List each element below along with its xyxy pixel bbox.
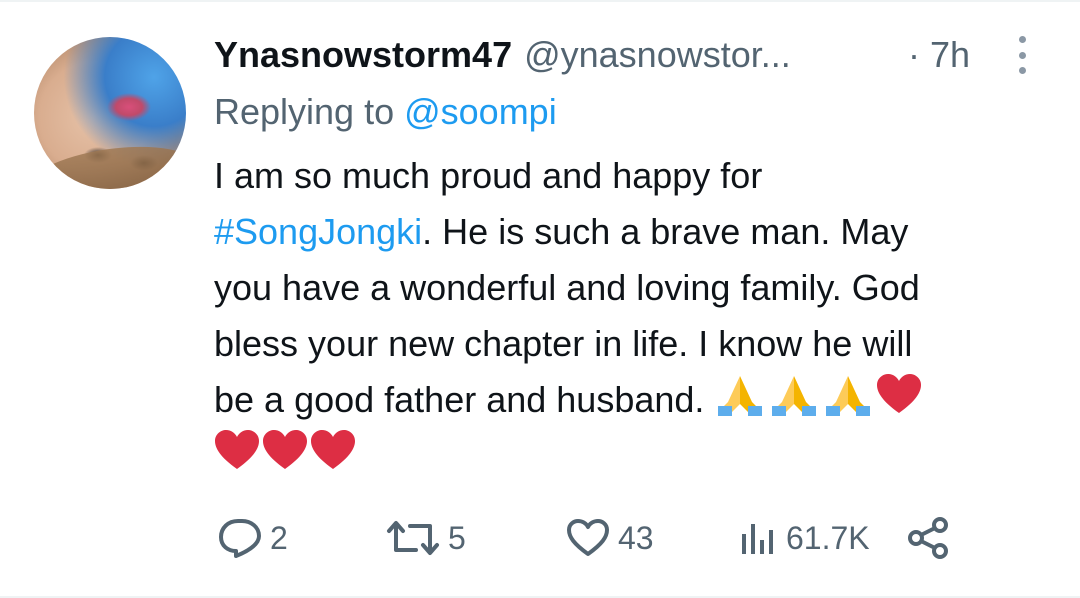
display-name[interactable]: Ynasnowstorm47 <box>214 34 512 76</box>
top-divider <box>0 0 1080 2</box>
tweet-text: I am so much proud and happy for #SongJo… <box>214 148 1064 484</box>
tweet-line-2-rest: . He is such a brave man. May <box>422 211 909 252</box>
heart-icon <box>567 519 609 556</box>
timestamp[interactable]: · 7h <box>908 30 970 80</box>
tweet-line-5: be a good father and husband. <box>214 372 1064 428</box>
red-heart-icon <box>876 373 922 431</box>
reply-button[interactable]: 2 <box>218 508 288 568</box>
avatar[interactable] <box>34 37 186 189</box>
replying-to: Replying to @soompi <box>214 88 557 136</box>
folded-hands-icon <box>714 372 766 432</box>
views-button[interactable]: 61.7K <box>738 508 870 568</box>
replying-prefix: Replying to <box>214 91 405 132</box>
view-count: 61.7K <box>786 519 870 556</box>
red-heart-icon <box>310 429 356 487</box>
tweet-line-5-text: be a good father and husband. <box>214 379 715 420</box>
reply-count: 2 <box>270 519 288 556</box>
folded-hands-icon <box>768 372 820 432</box>
more-options-icon[interactable] <box>1010 36 1034 74</box>
tweet-line-6 <box>214 428 1064 484</box>
folded-hands-icon <box>822 372 874 432</box>
hashtag-link[interactable]: #SongJongki <box>214 211 422 252</box>
tweet-actions: 2 5 43 61.7K <box>0 508 1080 568</box>
like-button[interactable]: 43 <box>566 508 654 568</box>
tweet-line-4: bless your new chapter in life. I know h… <box>214 323 913 364</box>
share-icon <box>908 517 948 559</box>
tweet-line-2: #SongJongki. He is such a brave man. May <box>214 204 1064 260</box>
tweet-line-3: you have a wonderful and loving family. … <box>214 267 920 308</box>
mention-link[interactable]: @soompi <box>404 91 557 132</box>
tweet-line-1: I am so much proud and happy for <box>214 155 763 196</box>
red-heart-icon <box>214 429 260 487</box>
reply-icon <box>219 519 261 558</box>
share-button[interactable] <box>906 508 950 568</box>
tweet-header: Ynasnowstorm47 @ynasnowstor... <box>214 30 791 80</box>
user-handle[interactable]: @ynasnowstor... <box>524 34 791 76</box>
retweet-count: 5 <box>448 519 466 556</box>
retweet-button[interactable]: 5 <box>386 508 466 568</box>
red-heart-icon <box>262 429 308 487</box>
avatar-hair <box>34 137 186 189</box>
like-count: 43 <box>618 519 654 556</box>
analytics-icon <box>742 524 773 554</box>
retweet-icon <box>387 521 439 555</box>
